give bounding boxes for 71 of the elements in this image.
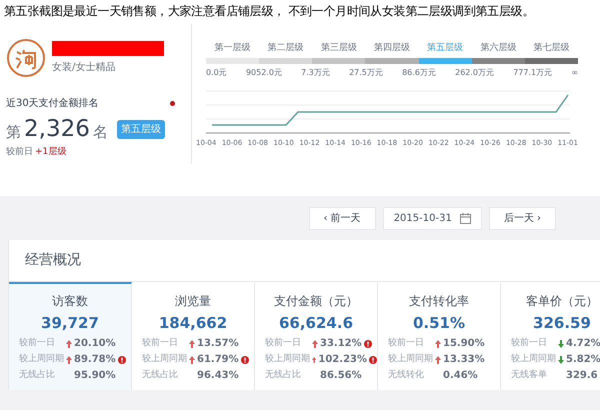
metric-row-label: 较前一日	[19, 336, 56, 350]
caption: 第五张截图是最近一天销售额，大家注意看店铺层级， 不到一个月时间从女装第二层级调到第五层级。	[4, 3, 534, 20]
metric-row-label: 较上周同期	[511, 352, 556, 366]
metric-row-value: 13.57%	[197, 337, 239, 351]
tier-label: 第一层级	[214, 42, 252, 55]
compare-value: +1层级	[35, 146, 66, 159]
rank-label: 近30天支付金额排名	[6, 96, 99, 111]
rank-value: 2,326	[24, 115, 90, 143]
metric-title: 支付转化率	[408, 293, 470, 310]
tier-threshold: 9052.0元	[246, 66, 282, 78]
date-field[interactable]: 2015-10-31	[382, 206, 482, 230]
metric-row-value: 5.82%	[566, 353, 600, 367]
tier-label: 第七层级	[532, 42, 570, 55]
metric-row-value: 61.79%	[197, 353, 239, 367]
metric-row-label: 无线占比	[19, 368, 56, 382]
metric-row-label: 较前一日	[265, 336, 302, 350]
metric-value: 326.59	[532, 313, 592, 334]
tier-threshold: 777.1万元	[513, 66, 552, 78]
tier-threshold: 7.3万元	[301, 66, 330, 78]
shop-category: 女装/女士精品	[52, 60, 116, 75]
tier-label: 第五层级	[426, 42, 464, 55]
metric-title: 支付金额（元）	[273, 293, 359, 310]
tier-label: 第三层级	[320, 42, 358, 55]
tier-label: 第四层级	[372, 42, 411, 55]
metric-row-value: 95.90%	[74, 369, 116, 383]
metric-row-value: 102.23%	[318, 353, 367, 367]
metric-row-value: 20.10%	[74, 337, 116, 351]
tier-threshold: 27.5万元	[349, 66, 383, 78]
metric-row-value: 15.90%	[443, 337, 485, 351]
compare-label: 较前日	[6, 146, 33, 159]
metric-row-label: 较上周同期	[19, 352, 64, 366]
metric-row-value: 0.46%	[443, 369, 478, 383]
metric-row-value: 33.12%	[320, 337, 362, 351]
tier-threshold: 262.0万元	[455, 66, 494, 78]
metric-row-value: 13.33%	[443, 353, 485, 367]
metric-row-label: 较上周同期	[265, 352, 310, 366]
tier-threshold: 0.0元	[206, 66, 227, 78]
metric-row-value: 89.78%	[74, 353, 116, 367]
calendar-icon	[460, 212, 471, 224]
metric-row-label: 无线转化	[388, 368, 425, 382]
metric-title: 客单价（元）	[525, 293, 599, 310]
metric-row-label: 无线占比	[142, 368, 179, 382]
metric-row-label: 较上周同期	[142, 352, 187, 366]
metric-title: 浏览量	[174, 293, 212, 310]
metric-tab[interactable]: 访客数 39,727 较前一日 20.10% 较上周同期 89.78% 无线占比 95.90%	[9, 282, 132, 390]
metric-row-label: 较前一日	[142, 336, 179, 350]
rank-prefix: 第	[6, 122, 21, 143]
metric-row-label: 较前一日	[511, 336, 548, 350]
tier-threshold: 86.6万元	[402, 66, 436, 78]
metric-row-value: 329.6	[566, 369, 598, 383]
previous-day-button[interactable]: ‹ 前一天	[308, 206, 376, 230]
shop-logo-icon	[6, 38, 46, 78]
metric-value: 184,662	[158, 313, 228, 334]
metric-row-value: 4.72%	[566, 337, 600, 351]
tier-label: 第六层级	[479, 42, 518, 55]
tier-badge: 第五层级	[116, 120, 165, 139]
metric-title: 访客数	[51, 293, 89, 310]
tier-threshold: ∞	[571, 66, 578, 78]
metric-value: 39,727	[40, 313, 100, 334]
metric-value: 0.51%	[412, 313, 466, 334]
overview-title: 经营概况	[25, 251, 81, 270]
metric-row-value: 86.56%	[320, 369, 362, 383]
next-day-button[interactable]: 后一天 ›	[488, 206, 556, 230]
metric-row-label: 无线客单	[511, 368, 548, 382]
metric-value: 66,624.6	[278, 313, 354, 334]
metric-row-value: 96.43%	[197, 369, 239, 383]
metric-row-label: 较前一日	[388, 336, 425, 350]
tier-label: 第二层级	[266, 42, 305, 55]
rank-suffix: 名	[92, 122, 108, 143]
metric-row-label: 较上周同期	[388, 352, 433, 366]
metric-row-label: 无线占比	[265, 368, 302, 382]
